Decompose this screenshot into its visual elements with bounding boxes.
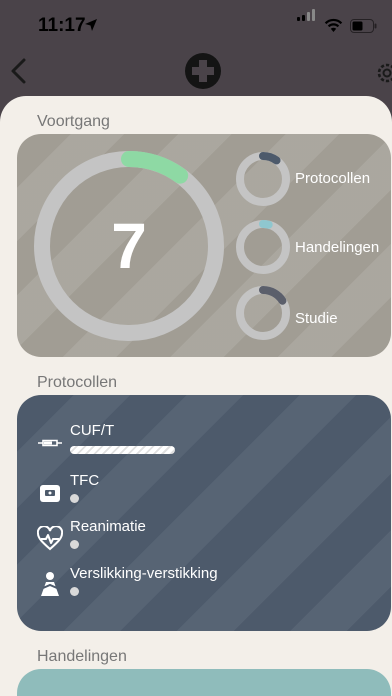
battery-icon bbox=[350, 19, 377, 33]
status-time: 11:17 bbox=[38, 15, 86, 36]
protocol-item-cuf-t[interactable]: CUF/T bbox=[17, 422, 391, 468]
medical-cross-logo-icon bbox=[185, 53, 221, 89]
content-sheet: Voortgang 7 Protocollen Handelingen Stud… bbox=[0, 96, 392, 696]
choking-icon bbox=[41, 572, 59, 596]
protocol-name: Reanimatie bbox=[70, 518, 146, 535]
ring-label-handelingen: Handelingen bbox=[295, 239, 380, 256]
progress-card[interactable]: 7 Protocollen Handelingen Studie bbox=[17, 134, 391, 357]
ring-label-protocollen: Protocollen bbox=[295, 170, 371, 187]
handelingen-card[interactable] bbox=[17, 669, 391, 696]
device-icon bbox=[40, 485, 60, 502]
gear-icon[interactable] bbox=[374, 60, 392, 86]
back-chevron-icon[interactable] bbox=[8, 57, 30, 85]
section-title-progress: Voortgang bbox=[37, 113, 110, 130]
handelingen-progress-ring bbox=[236, 220, 290, 274]
protocol-item-tfc[interactable]: TFC bbox=[17, 472, 391, 518]
heartbeat-icon bbox=[37, 526, 63, 551]
protocol-item-verslikking[interactable]: Verslikking-verstikking bbox=[17, 565, 391, 611]
syringe-icon bbox=[38, 439, 62, 447]
protocol-progress-dot bbox=[70, 494, 79, 503]
protocol-progress-dot bbox=[70, 587, 79, 596]
nav-bar bbox=[0, 48, 392, 96]
section-title-handelingen: Handelingen bbox=[37, 648, 127, 665]
ring-label-studie: Studie bbox=[295, 310, 338, 327]
status-bar: 11:17 bbox=[0, 0, 392, 48]
total-completed-count: 7 bbox=[111, 210, 147, 282]
protocol-name: CUF/T bbox=[70, 422, 115, 439]
protocollen-progress-ring bbox=[236, 152, 290, 206]
studie-progress-ring bbox=[236, 286, 290, 340]
protocol-progress-dot bbox=[70, 540, 79, 549]
protocol-progress-bar bbox=[70, 446, 175, 454]
protocol-name: Verslikking-verstikking bbox=[70, 565, 218, 582]
protocol-item-reanimatie[interactable]: Reanimatie bbox=[17, 518, 391, 564]
section-title-protocols: Protocollen bbox=[37, 374, 118, 391]
wifi-icon bbox=[324, 18, 343, 32]
protocols-card: CUF/T TFC Reanimatie Verslikking-verstik… bbox=[17, 395, 391, 631]
location-arrow-icon bbox=[85, 19, 97, 31]
protocol-name: TFC bbox=[70, 472, 100, 489]
